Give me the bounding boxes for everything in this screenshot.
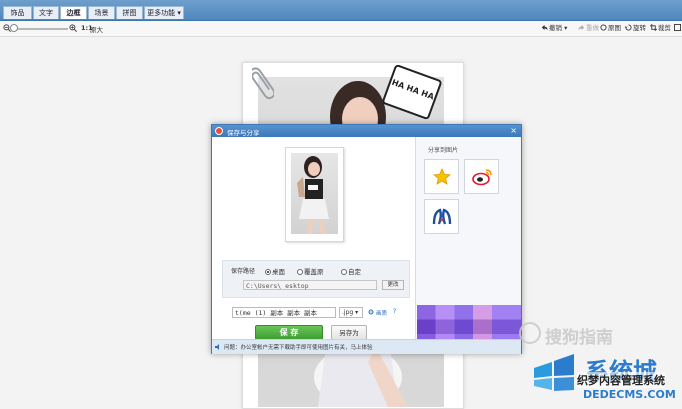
radio-overwrite-label: 覆盖原 <box>304 268 324 276</box>
tab-accessories[interactable]: 饰品 <box>3 6 32 19</box>
undo-button[interactable]: 撤销 ▾ <box>541 23 567 34</box>
top-tab-bar: 饰品 文字 边框 场景 拼图 更多功能 ▾ <box>0 0 682 21</box>
crop-label: 裁剪 <box>658 24 671 32</box>
filename-field[interactable]: t(me (1) 副本 副本 副本 <box>232 307 336 318</box>
format-select[interactable]: .jpg ▾ <box>339 307 363 318</box>
tab-scene[interactable]: 场景 <box>88 6 115 19</box>
speaker-icon <box>215 344 219 350</box>
save-as-button[interactable]: 另存为 <box>331 325 367 340</box>
dialog-title: 保存与分享 <box>227 129 260 137</box>
save-location-section: 保存路径 桌面 覆盖原 自定 C:\Users\ esktop 更改 <box>222 260 410 298</box>
save-button[interactable]: 保 存 <box>255 325 323 340</box>
original-image-button[interactable]: 原图 <box>600 23 621 34</box>
original-image-icon <box>600 24 607 31</box>
toolbar: 1:1 原大 撤销 ▾ 重做 原图 旋转 裁剪 <box>0 21 682 37</box>
share-renren-button[interactable] <box>424 199 459 234</box>
dialog-title-bar[interactable]: 保存与分享 × <box>212 125 521 137</box>
crop-button[interactable]: 裁剪 <box>650 23 671 34</box>
dialog-status-bar: 问题：办公室帐户无需下载助手即可使用图片有关，马上体验 <box>212 339 521 354</box>
preview-subject <box>297 156 329 234</box>
original-image-label: 原图 <box>608 24 621 32</box>
sougou-watermark-icon <box>519 322 541 344</box>
undo-icon <box>541 24 548 31</box>
gear-icon[interactable] <box>368 309 374 315</box>
help-icon[interactable]: ? <box>393 308 396 315</box>
resize-button[interactable] <box>674 23 682 34</box>
save-path-field[interactable]: C:\Users\ esktop <box>243 280 377 290</box>
app-logo-icon <box>215 127 223 135</box>
redo-button[interactable]: 重做 <box>578 23 599 34</box>
format-value: .jpg <box>342 309 354 316</box>
share-title: 分享到图片 <box>428 147 459 154</box>
change-path-button[interactable]: 更改 <box>382 280 404 290</box>
undo-label: 撤销 <box>549 24 562 32</box>
dialog-body: 保存路径 桌面 覆盖原 自定 C:\Users\ esktop 更改 t(me … <box>212 137 521 349</box>
radio-overwrite[interactable]: 覆盖原 <box>297 266 324 276</box>
radio-overwrite-dot[interactable] <box>297 269 303 275</box>
quality-settings-link[interactable]: 画质 <box>376 309 387 317</box>
radio-desktop[interactable]: 桌面 <box>265 266 285 276</box>
xitongcheng-logo-icon <box>534 354 574 391</box>
zoom-slider-track[interactable] <box>14 28 68 30</box>
rotate-icon <box>625 24 632 31</box>
save-path-label: 保存路径 <box>231 268 256 275</box>
paperclip-decoration <box>252 67 274 100</box>
tab-collage[interactable]: 拼图 <box>116 6 143 19</box>
share-qzone-button[interactable] <box>424 159 459 194</box>
status-message[interactable]: 问题：办公室帐户无需下载助手即可使用图片有关，马上体验 <box>224 343 373 351</box>
save-pane: 保存路径 桌面 覆盖原 自定 C:\Users\ esktop 更改 t(me … <box>212 137 415 340</box>
weibo-icon <box>471 168 492 185</box>
radio-desktop-label: 桌面 <box>272 268 285 276</box>
tab-more-features[interactable]: 更多功能 ▾ <box>144 6 184 19</box>
dedecms-watermark-cn: 织梦内容管理系统 <box>577 372 665 388</box>
radio-custom-dot[interactable] <box>341 269 347 275</box>
share-weibo-button[interactable] <box>464 159 499 194</box>
zoom-slider-thumb[interactable] <box>10 24 18 32</box>
rotate-button[interactable]: 旋转 <box>625 23 646 34</box>
radio-custom[interactable]: 自定 <box>341 266 361 276</box>
rotate-label: 旋转 <box>633 24 646 32</box>
radio-desktop-dot[interactable] <box>265 269 271 275</box>
tab-text[interactable]: 文字 <box>33 6 59 19</box>
save-share-dialog: 保存与分享 × 保存路径 桌面 覆盖原 自定 C:\Users\ esktop … <box>211 124 522 354</box>
sougou-watermark: 搜狗指南 <box>545 328 613 348</box>
renren-icon <box>432 207 451 224</box>
radio-custom-label: 自定 <box>348 268 361 276</box>
zoom-original-label[interactable]: 原大 <box>90 24 103 34</box>
zoom-in-icon[interactable] <box>69 24 77 32</box>
tab-border[interactable]: 边框 <box>60 6 87 19</box>
dedecms-watermark-en: DEDECMS.COM <box>583 388 676 401</box>
resize-icon <box>674 24 681 31</box>
preview-thumbnail <box>291 153 338 234</box>
crop-icon <box>650 24 657 31</box>
image-preview <box>285 147 344 242</box>
redo-label: 重做 <box>586 24 599 32</box>
qzone-star-icon <box>432 167 451 185</box>
close-icon[interactable]: × <box>510 126 517 136</box>
redo-icon <box>578 24 585 31</box>
